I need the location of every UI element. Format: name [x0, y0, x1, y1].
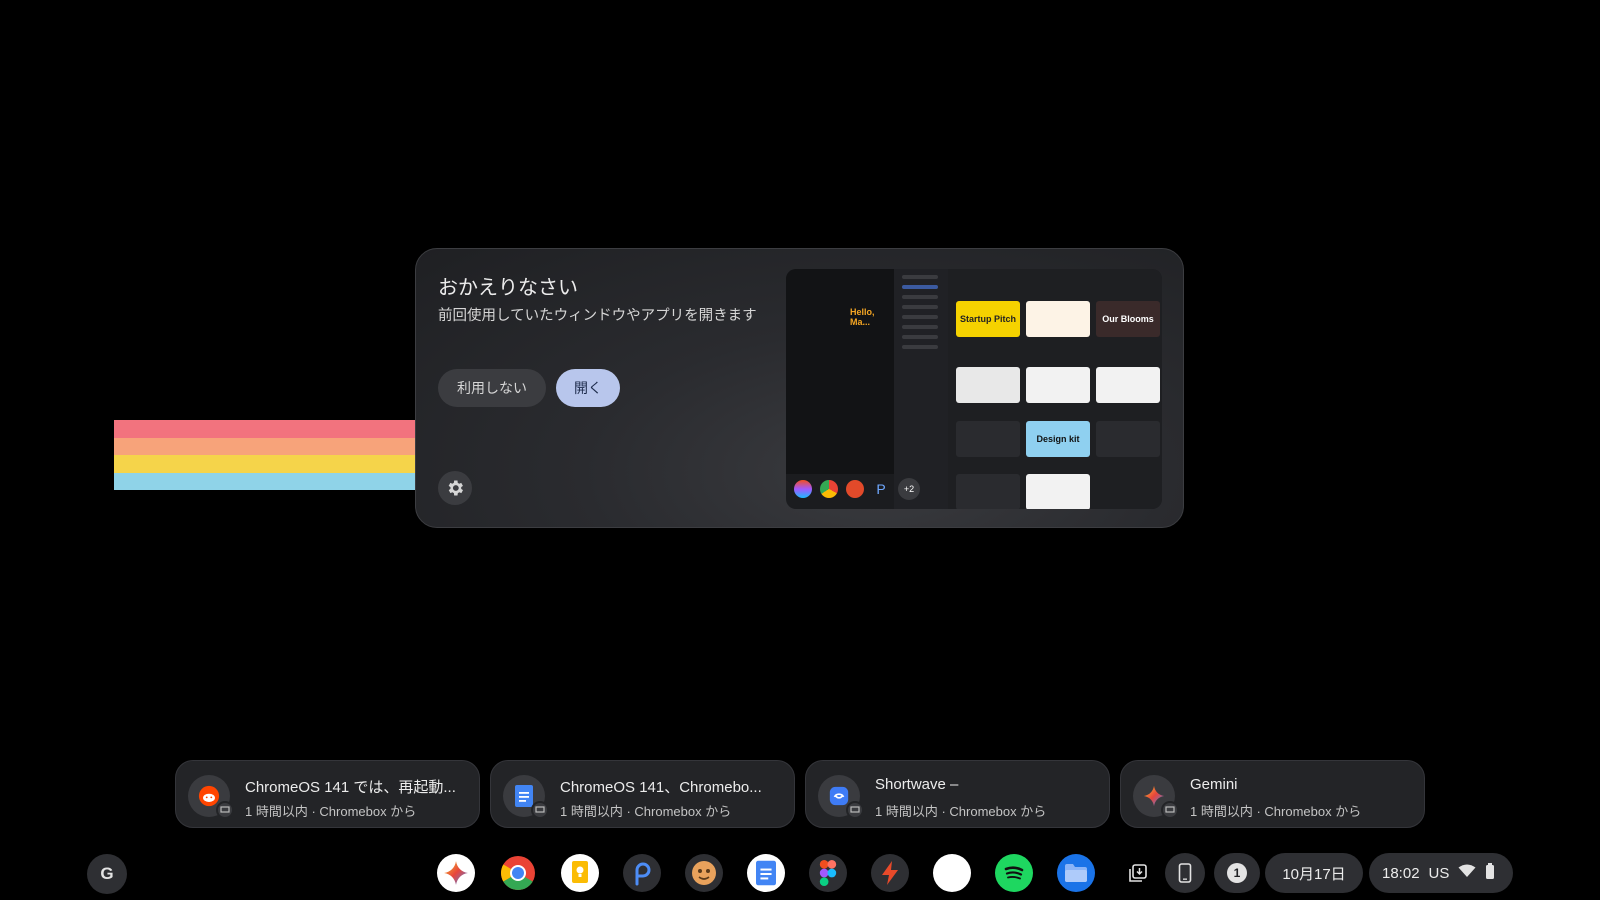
decline-button[interactable]: 利用しない: [438, 369, 546, 407]
preview-tile-7: [1026, 474, 1090, 509]
device-icon: [1161, 801, 1179, 819]
battery-icon: [1485, 863, 1495, 883]
ime-indicator: US: [1428, 864, 1450, 882]
chip-subtitle: 1 時間以内 · Chromebox から: [245, 804, 417, 819]
chip-subtitle: 1 時間以内 · Chromebox から: [875, 804, 1047, 819]
launcher-button[interactable]: G: [87, 854, 127, 894]
more-apps-badge: +2: [898, 478, 920, 500]
shelf-blank-app-icon[interactable]: [933, 854, 971, 892]
shelf-shortwave-icon[interactable]: [623, 854, 661, 892]
preview-tile-6: [956, 474, 1020, 509]
preview-hello-text: Hello, Ma...: [850, 307, 875, 327]
status-area[interactable]: 18:02 US: [1369, 853, 1513, 893]
shelf-spotify-icon[interactable]: [995, 854, 1033, 892]
phone-hub-icon[interactable]: [1165, 853, 1205, 893]
chip-title: Gemini: [1190, 776, 1238, 793]
preview-main-window: Startup Pitch Our Blooms Design kit: [948, 269, 1162, 509]
preview-tile-1: [956, 367, 1020, 403]
shelf-figma-icon[interactable]: [809, 854, 847, 892]
shelf-files-icon[interactable]: [1057, 854, 1095, 892]
wallpaper-stripes: [114, 420, 420, 490]
suggestion-chip[interactable]: ChromeOS 141 では、再起動... 1 時間以内 · Chromebo…: [175, 760, 480, 828]
chrome-icon: [820, 480, 838, 498]
restore-session-dialog: おかえりなさい 前回使用していたウィンドウやアプリを開きます 利用しない 開く …: [415, 248, 1184, 528]
suggestion-chip[interactable]: ChromeOS 141、Chromebo... 1 時間以内 · Chrome…: [490, 760, 795, 828]
spark-icon: [846, 480, 864, 498]
suggestion-chip[interactable]: Gemini 1 時間以内 · Chromebox から: [1120, 760, 1425, 828]
stripe-blue: [114, 472, 420, 490]
stripe-orange: [114, 437, 420, 455]
settings-gear-icon[interactable]: [438, 471, 472, 505]
device-icon: [846, 801, 864, 819]
open-button[interactable]: 開く: [556, 369, 620, 407]
stripe-pink: [114, 420, 420, 438]
chip-title: ChromeOS 141、Chromebo...: [560, 779, 762, 796]
preview-tile-5: [1096, 421, 1160, 457]
shortwave-icon: P: [876, 481, 886, 497]
preview-tile-startup-pitch: Startup Pitch: [956, 301, 1020, 337]
suggestion-chip[interactable]: Shortwave – 1 時間以内 · Chromebox から: [805, 760, 1110, 828]
preview-tile-our-blooms: Our Blooms: [1096, 301, 1160, 337]
stripe-yellow: [114, 455, 420, 473]
shelf-chrome-icon[interactable]: [499, 854, 537, 892]
device-icon: [216, 801, 234, 819]
shelf-gemini-icon[interactable]: [437, 854, 475, 892]
figma-icon: [794, 480, 812, 498]
chip-title: ChromeOS 141 では、再起動...: [245, 779, 456, 796]
session-preview: Hello, Ma... Startup Pitch Our Blooms De…: [786, 269, 1162, 509]
preview-tile-diagram: [1026, 301, 1090, 337]
chip-title: Shortwave –: [875, 776, 959, 793]
preview-app-icons: P +2: [794, 475, 920, 503]
notification-count: 1: [1227, 863, 1247, 883]
date-tray[interactable]: 10月17日: [1265, 853, 1363, 893]
chip-subtitle: 1 時間以内 · Chromebox から: [560, 804, 732, 819]
preview-tile-4: [956, 421, 1020, 457]
preview-sidebar: [894, 269, 948, 509]
preview-window-left: Hello, Ma...: [786, 269, 894, 474]
shelf-keep-icon[interactable]: [561, 854, 599, 892]
preview-tile-3: [1096, 367, 1160, 403]
shelf-docs-icon[interactable]: [747, 854, 785, 892]
dialog-description: 前回使用していたウィンドウやアプリを開きます: [438, 308, 757, 324]
dialog-title: おかえりなさい: [438, 277, 578, 299]
preview-tile-2: [1026, 367, 1090, 403]
wifi-icon: [1458, 864, 1476, 882]
device-icon: [531, 801, 549, 819]
tote-holding-space-icon[interactable]: [1118, 853, 1158, 893]
shelf-spark-icon[interactable]: [871, 854, 909, 892]
clock-time: 18:02: [1382, 864, 1420, 882]
chip-subtitle: 1 時間以内 · Chromebox から: [1190, 804, 1362, 819]
shelf-creature-app-icon[interactable]: [685, 854, 723, 892]
preview-tile-design-kit: Design kit: [1026, 421, 1090, 457]
notification-counter[interactable]: 1: [1214, 853, 1260, 893]
